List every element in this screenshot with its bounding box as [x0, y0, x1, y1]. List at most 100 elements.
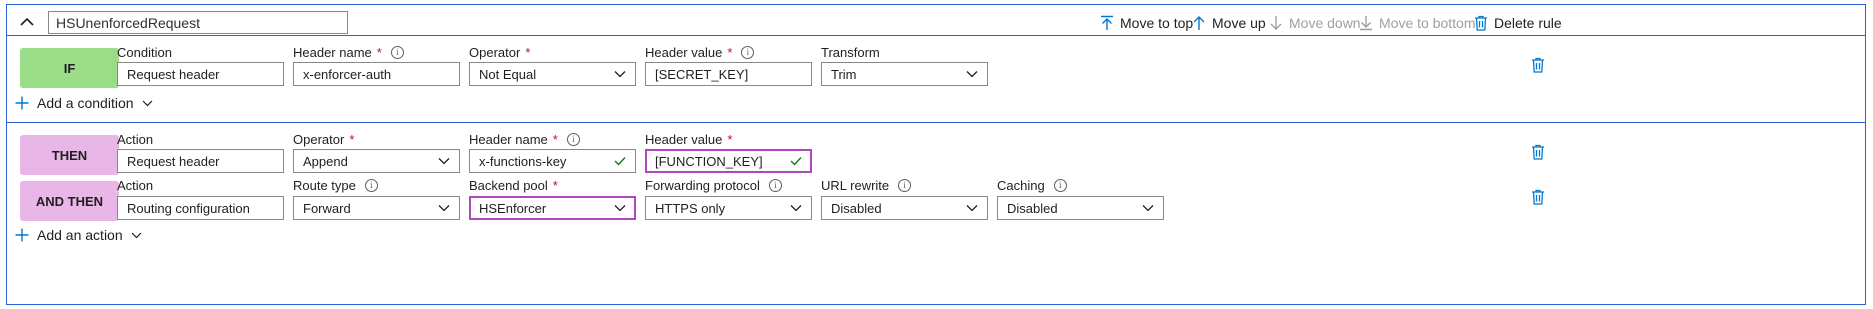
url-rewrite-select[interactable]: Disabled [821, 196, 988, 220]
backend-pool-label: Backend pool * [469, 178, 558, 193]
arrow-up-to-line-icon [1101, 15, 1113, 30]
and-then-action-field[interactable]: Routing configuration [117, 196, 284, 220]
info-icon[interactable]: i [364, 179, 378, 192]
move-to-bottom-button[interactable]: Move to bottom [1359, 11, 1476, 35]
condition-operator-select[interactable]: Not Equal [469, 62, 636, 86]
route-type-label-text: Route type [293, 178, 356, 193]
chevron-down-icon [614, 71, 626, 78]
then-operator-label: Operator * [293, 132, 354, 147]
then-operator-value: Append [303, 153, 348, 169]
move-up-button[interactable]: Move up [1192, 11, 1266, 35]
and-then-action-value: Routing configuration [127, 200, 250, 216]
transform-label: Transform [821, 45, 880, 60]
checkmark-icon [614, 157, 626, 166]
if-badge: IF [20, 48, 119, 88]
backend-pool-select[interactable]: HSEnforcer [469, 196, 636, 220]
caching-value: Disabled [1007, 200, 1058, 216]
info-icon[interactable]: i [741, 46, 755, 59]
forwarding-protocol-label: Forwarding protocol i [645, 178, 782, 193]
required-marker: * [727, 45, 733, 60]
forwarding-protocol-value: HTTPS only [655, 200, 726, 216]
trash-icon[interactable] [1531, 144, 1545, 160]
caching-label-text: Caching [997, 178, 1045, 193]
operator-label-text: Operator [469, 45, 521, 60]
delete-rule-label: Delete rule [1494, 15, 1562, 31]
then-operator-label-text: Operator [293, 132, 345, 147]
delete-rule-button[interactable]: Delete rule [1474, 11, 1562, 35]
plus-icon [15, 228, 29, 242]
move-to-top-button[interactable]: Move to top [1100, 11, 1193, 35]
required-marker: * [525, 45, 531, 60]
header-name-label: Header name * i [293, 45, 404, 60]
info-icon[interactable]: i [768, 179, 782, 192]
and-then-action-label: Action [117, 178, 153, 193]
condition-field[interactable]: Request header [117, 62, 284, 86]
chevron-down-icon [966, 71, 978, 78]
rule-name-input[interactable]: HSUnenforcedRequest [48, 11, 348, 34]
chevron-up-icon[interactable] [18, 13, 36, 31]
action-label-text: Action [117, 132, 154, 147]
info-icon[interactable]: i [390, 46, 404, 59]
condition-header-name-input[interactable]: x-enforcer-auth [293, 62, 460, 86]
operator-label: Operator * [469, 45, 530, 60]
header-divider [6, 35, 1866, 36]
section-divider [6, 122, 1866, 123]
info-icon[interactable]: i [898, 179, 912, 192]
required-marker: * [552, 178, 558, 193]
chevron-down-icon [438, 158, 450, 165]
transform-select[interactable]: Trim [821, 62, 988, 86]
trash-icon[interactable] [1531, 189, 1545, 205]
then-header-name-input[interactable]: x-functions-key [469, 149, 636, 173]
condition-label-text: Condition [117, 45, 172, 60]
condition-header-value-input[interactable]: [SECRET_KEY] [645, 62, 812, 86]
chevron-down-icon [1142, 205, 1154, 212]
info-icon[interactable]: i [1053, 179, 1067, 192]
header-value-label-text: Header value [645, 45, 723, 60]
info-icon[interactable]: i [566, 133, 580, 146]
move-down-label: Move down [1289, 15, 1361, 31]
add-condition-button[interactable]: Add a condition [15, 95, 153, 111]
then-header-value-label: Header value * [645, 132, 732, 147]
trash-icon[interactable] [1531, 57, 1545, 73]
chevron-down-icon [966, 205, 978, 212]
url-rewrite-label-text: URL rewrite [821, 178, 890, 193]
condition-operator-value: Not Equal [479, 66, 537, 82]
then-action-field[interactable]: Request header [117, 149, 284, 173]
move-to-top-label: Move to top [1120, 15, 1194, 31]
then-header-value-input[interactable]: [FUNCTION_KEY] [645, 149, 812, 173]
chevron-down-icon [131, 232, 142, 238]
then-badge: THEN [20, 135, 119, 175]
add-action-label: Add an action [37, 227, 123, 243]
required-marker: * [552, 132, 558, 147]
route-type-select[interactable]: Forward [293, 196, 460, 220]
add-condition-label: Add a condition [37, 95, 134, 111]
and-then-badge: AND THEN [20, 181, 119, 221]
forwarding-protocol-select[interactable]: HTTPS only [645, 196, 812, 220]
plus-icon [15, 96, 29, 110]
move-down-button[interactable]: Move down [1269, 11, 1361, 35]
rule-name-value: HSUnenforcedRequest [56, 15, 200, 31]
header-name-label-text: Header name [293, 45, 372, 60]
move-up-label: Move up [1212, 15, 1266, 31]
required-marker: * [727, 132, 733, 147]
trash-icon [1475, 15, 1487, 31]
transform-label-text: Transform [821, 45, 880, 60]
then-header-value-label-text: Header value [645, 132, 723, 147]
url-rewrite-label: URL rewrite i [821, 178, 912, 193]
add-action-button[interactable]: Add an action [15, 227, 142, 243]
then-header-name-label: Header name * i [469, 132, 580, 147]
required-marker: * [376, 45, 382, 60]
condition-label: Condition [117, 45, 172, 60]
chevron-down-icon [142, 100, 152, 106]
then-operator-select[interactable]: Append [293, 149, 460, 173]
required-marker: * [349, 132, 355, 147]
arrow-down-to-line-icon [1360, 16, 1372, 31]
arrow-up-icon [1193, 16, 1205, 30]
then-action-value: Request header [127, 153, 220, 169]
condition-header-name-value: x-enforcer-auth [303, 66, 392, 82]
then-header-value-value: [FUNCTION_KEY] [655, 153, 763, 169]
arrow-down-icon [1270, 16, 1282, 30]
caching-select[interactable]: Disabled [997, 196, 1164, 220]
transform-value: Trim [831, 66, 857, 82]
header-value-label: Header value * i [645, 45, 755, 60]
